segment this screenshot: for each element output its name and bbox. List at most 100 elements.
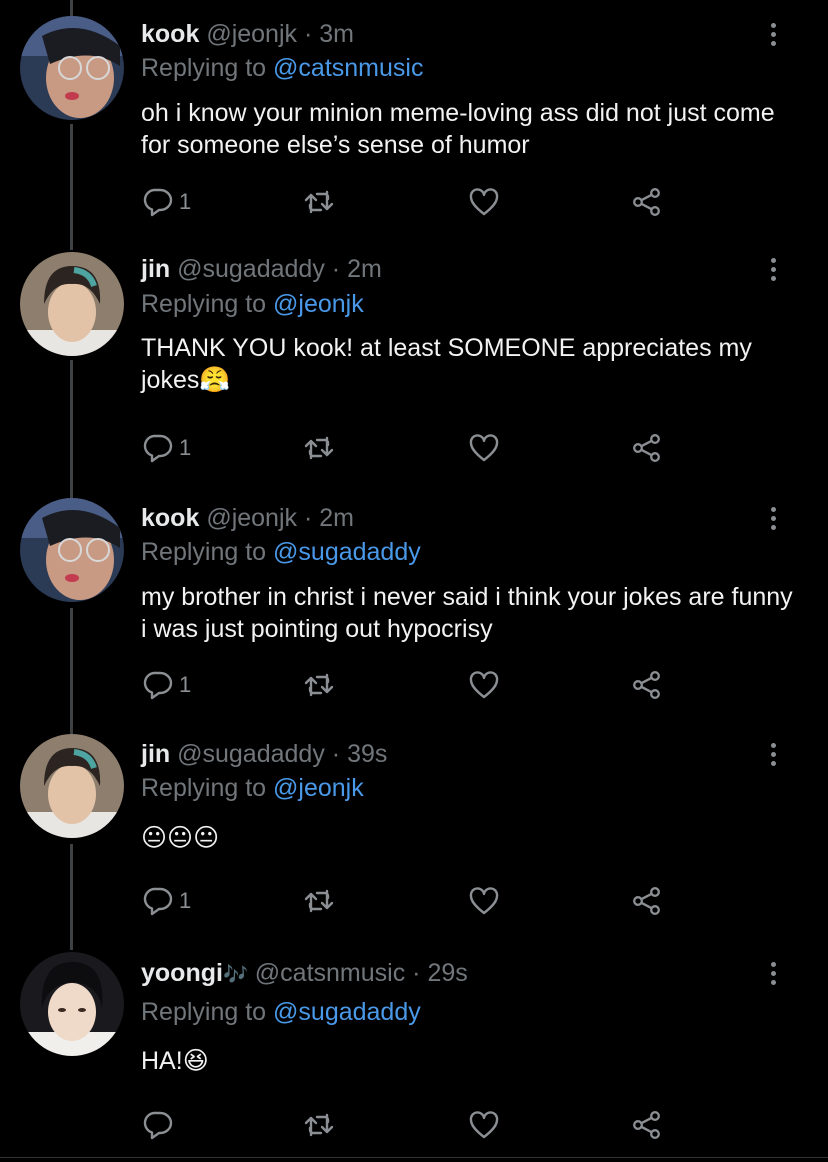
replying-to-handle[interactable]: @jeonjk [273, 290, 364, 318]
display-name[interactable]: jin [141, 255, 170, 283]
tweet-actions: 1 [141, 431, 681, 465]
share-icon [633, 434, 660, 462]
retweet-button[interactable] [303, 668, 335, 702]
replying-to: Replying to @sugadaddy [141, 995, 421, 1029]
retweet-button[interactable] [303, 185, 335, 219]
tweet-emoji: 😤 [199, 366, 231, 394]
music-note-emoji: 🎶 [222, 964, 248, 986]
timestamp[interactable]: 2m [319, 504, 354, 532]
retweet-button[interactable] [303, 1108, 335, 1142]
separator-dot: · [331, 740, 341, 768]
separator-dot: · [412, 959, 421, 987]
more-options-icon[interactable] [762, 501, 784, 535]
tweet-text: 😐😐😐 [141, 824, 220, 852]
replying-to-handle[interactable]: @sugadaddy [273, 998, 421, 1026]
replying-to-handle[interactable]: @catsnmusic [273, 54, 423, 82]
replying-to-handle[interactable]: @sugadaddy [273, 538, 421, 566]
speech-bubble-icon [143, 188, 173, 217]
like-button[interactable] [468, 668, 500, 702]
display-name[interactable]: jin [141, 740, 170, 768]
replying-to-label: Replying to [141, 774, 267, 802]
like-button[interactable] [468, 185, 500, 219]
tweet-text: THANK YOU kook! at least SOMEONE appreci… [141, 332, 801, 396]
replying-to-label: Replying to [141, 54, 267, 82]
avatar[interactable] [20, 16, 124, 120]
timestamp[interactable]: 39s [347, 740, 387, 768]
share-button[interactable] [631, 431, 663, 465]
retweet-icon [304, 673, 334, 697]
avatar[interactable] [20, 252, 124, 356]
more-options-icon[interactable] [762, 17, 784, 51]
retweet-icon [304, 436, 334, 460]
more-options-icon[interactable] [762, 737, 784, 771]
replying-to: Replying to @jeonjk [141, 287, 364, 321]
tweet-header: yoongi🎶 @catsnmusic · 29s [141, 956, 468, 992]
display-name[interactable]: kook [141, 504, 199, 532]
separator-dot: · [303, 20, 313, 48]
separator-dot: · [303, 504, 313, 532]
tweet-text: HA!😆 [141, 1045, 801, 1077]
timestamp[interactable]: 3m [319, 20, 354, 48]
username[interactable]: @jeonjk [206, 20, 297, 48]
heart-icon [469, 887, 499, 915]
tweet-actions: 1 [141, 185, 681, 219]
speech-bubble-icon [143, 887, 173, 916]
tweet[interactable]: yoongi🎶 @catsnmusic · 29s Replying to @s… [0, 940, 828, 1157]
share-button[interactable] [631, 1108, 663, 1142]
heart-icon [469, 671, 499, 699]
retweet-button[interactable] [303, 431, 335, 465]
retweet-button[interactable] [303, 884, 335, 918]
reply-count: 1 [179, 189, 192, 214]
display-name[interactable]: kook [141, 20, 199, 48]
tweet-text: oh i know your minion meme-loving ass di… [141, 99, 775, 159]
retweet-icon [304, 1113, 334, 1137]
like-button[interactable] [468, 431, 500, 465]
share-button[interactable] [631, 185, 663, 219]
reply-button[interactable]: 1 [141, 185, 191, 219]
avatar[interactable] [20, 952, 124, 1056]
timestamp[interactable]: 2m [347, 255, 382, 283]
replying-to-handle[interactable]: @jeonjk [273, 774, 364, 802]
tweet[interactable]: kook @jeonjk · 2m Replying to @sugadaddy… [0, 490, 828, 724]
tweet-text-content: HA! [141, 1047, 183, 1075]
tweet[interactable]: jin @sugadaddy · 2m Replying to @jeonjk … [0, 240, 828, 490]
reply-button[interactable]: 1 [141, 884, 191, 918]
tweet[interactable]: kook @jeonjk · 3m Replying to @catsnmusi… [0, 0, 828, 240]
reply-button[interactable] [141, 1108, 179, 1142]
avatar[interactable] [20, 498, 124, 602]
replying-to-label: Replying to [141, 998, 267, 1026]
tweet-header: jin @sugadaddy · 39s [141, 737, 387, 771]
share-icon [633, 887, 660, 915]
like-button[interactable] [468, 1108, 500, 1142]
share-icon [633, 671, 660, 699]
reply-button[interactable]: 1 [141, 431, 191, 465]
more-options-icon[interactable] [762, 252, 784, 286]
tweet-emoji: 😆 [182, 1047, 209, 1075]
timestamp[interactable]: 29s [427, 959, 467, 987]
like-button[interactable] [468, 884, 500, 918]
username[interactable]: @jeonjk [206, 504, 297, 532]
speech-bubble-icon [143, 434, 173, 463]
share-button[interactable] [631, 884, 663, 918]
heart-icon [469, 188, 499, 216]
reply-button[interactable]: 1 [141, 668, 191, 702]
display-name[interactable]: yoongi [141, 959, 223, 987]
tweet-actions [141, 1108, 681, 1142]
tweet-text: my brother in christ i never said i thin… [141, 583, 793, 643]
share-button[interactable] [631, 668, 663, 702]
more-options-icon[interactable] [762, 956, 784, 990]
username[interactable]: @sugadaddy [177, 255, 325, 283]
replying-to: Replying to @catsnmusic [141, 51, 423, 85]
share-icon [633, 188, 660, 216]
tweet[interactable]: jin @sugadaddy · 39s Replying to @jeonjk… [0, 724, 828, 940]
avatar[interactable] [20, 734, 124, 838]
replying-to-label: Replying to [141, 538, 267, 566]
tweet-actions: 1 [141, 884, 681, 918]
share-icon [633, 1111, 660, 1139]
replying-to: Replying to @sugadaddy [141, 535, 421, 569]
speech-bubble-icon [143, 671, 173, 700]
replying-to: Replying to @jeonjk [141, 771, 364, 805]
username[interactable]: @catsnmusic [255, 959, 405, 987]
username[interactable]: @sugadaddy [177, 740, 325, 768]
speech-bubble-icon [143, 1111, 173, 1140]
